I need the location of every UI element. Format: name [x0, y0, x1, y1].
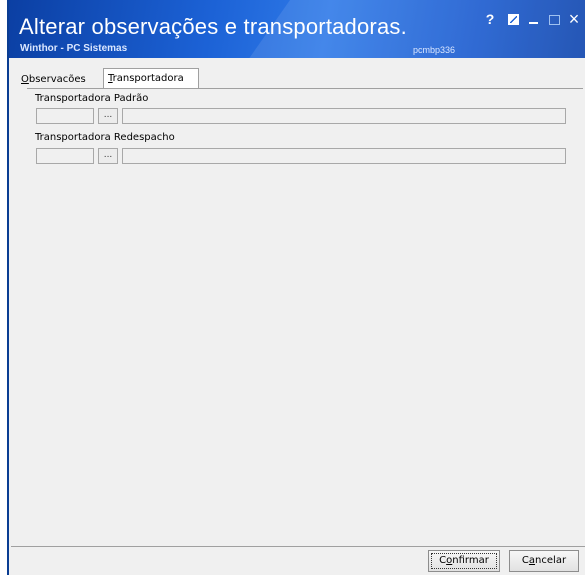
app-name: Winthor - PC Sistemas — [20, 43, 128, 54]
tab-observacoes[interactable]: Observacões — [17, 70, 90, 90]
transportadora-padrao-label: Transportadora Padrão — [35, 93, 149, 104]
transportadora-redespacho-label: Transportadora Redespacho — [35, 132, 175, 143]
tab-observacoes-mnemonic: O — [21, 74, 29, 85]
confirm-label-end: nfirmar — [452, 555, 489, 566]
minimize-button[interactable] — [525, 10, 543, 28]
cancel-label-start: C — [521, 555, 529, 566]
tab-observacoes-label: bservacões — [28, 74, 86, 85]
tab-panel-transportadora: Transportadora Padrão ... Transportadora… — [27, 88, 583, 537]
close-button[interactable]: × — [565, 10, 583, 28]
tab-transportadora[interactable]: Transportadora — [103, 68, 199, 88]
tab-transportadora-label: ransportadora — [112, 73, 184, 84]
title-bar[interactable]: Alterar observações e transportadoras. W… — [9, 0, 585, 58]
minimize-icon — [529, 22, 538, 24]
confirm-button[interactable]: Confirmar — [428, 550, 500, 572]
program-code: pcmbp336 — [413, 45, 456, 55]
help-button[interactable]: ? — [481, 10, 499, 28]
transportadora-padrao-lookup-button[interactable]: ... — [98, 108, 118, 124]
maximize-button[interactable] — [545, 10, 563, 28]
maximize-icon — [549, 15, 560, 25]
window-title: Alterar observações e transportadoras. — [19, 14, 407, 39]
footer-divider — [11, 546, 585, 547]
transportadora-redespacho-description-field — [122, 148, 566, 164]
transportadora-padrao-code-input[interactable] — [36, 108, 94, 124]
edit-icon[interactable] — [505, 10, 523, 28]
cancel-label-end: ncelar — [535, 555, 567, 566]
transportadora-redespacho-lookup-button[interactable]: ... — [98, 148, 118, 164]
transportadora-padrao-description-field — [122, 108, 566, 124]
transportadora-redespacho-code-input[interactable] — [36, 148, 94, 164]
cancel-button[interactable]: Cancelar — [509, 550, 579, 572]
dialog-window: Alterar observações e transportadoras. W… — [7, 0, 585, 575]
